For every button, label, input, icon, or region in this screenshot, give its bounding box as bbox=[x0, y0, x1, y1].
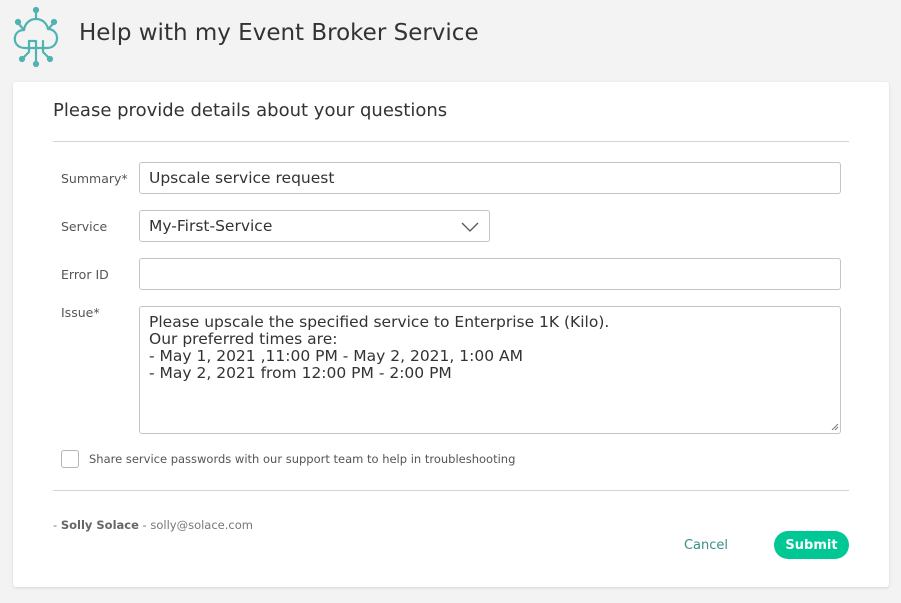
user-signature: - Solly Solace - solly@solace.com bbox=[53, 518, 253, 532]
error-id-label: Error ID bbox=[61, 267, 109, 282]
cloud-network-icon bbox=[13, 6, 59, 68]
page-header: Help with my Event Broker Service bbox=[0, 0, 901, 72]
error-id-input[interactable] bbox=[139, 258, 841, 290]
submit-button[interactable]: Submit bbox=[774, 531, 849, 559]
summary-input[interactable] bbox=[139, 162, 841, 194]
share-passwords-label: Share service passwords with our support… bbox=[89, 452, 516, 466]
resize-grip-icon[interactable] bbox=[831, 423, 839, 431]
summary-label: Summary* bbox=[61, 171, 128, 186]
signature-dash: - bbox=[53, 518, 58, 532]
cancel-button[interactable]: Cancel bbox=[673, 531, 739, 559]
form-heading: Please provide details about your questi… bbox=[53, 100, 448, 121]
user-name: Solly Solace bbox=[60, 518, 139, 532]
user-email: solly@solace.com bbox=[150, 518, 253, 532]
issue-label: Issue* bbox=[61, 305, 100, 320]
divider bbox=[53, 141, 849, 142]
share-passwords-checkbox[interactable] bbox=[61, 450, 79, 468]
service-select-value: My-First-Service bbox=[149, 217, 273, 235]
signature-separator: - bbox=[142, 518, 147, 532]
service-select[interactable]: My-First-Service bbox=[139, 210, 490, 242]
service-label: Service bbox=[61, 219, 108, 234]
issue-textarea[interactable]: Please upscale the specified service to … bbox=[139, 306, 841, 434]
chevron-down-icon bbox=[461, 222, 479, 232]
page-title: Help with my Event Broker Service bbox=[79, 20, 479, 46]
divider bbox=[53, 490, 849, 491]
support-form-card: Please provide details about your questi… bbox=[13, 82, 889, 587]
